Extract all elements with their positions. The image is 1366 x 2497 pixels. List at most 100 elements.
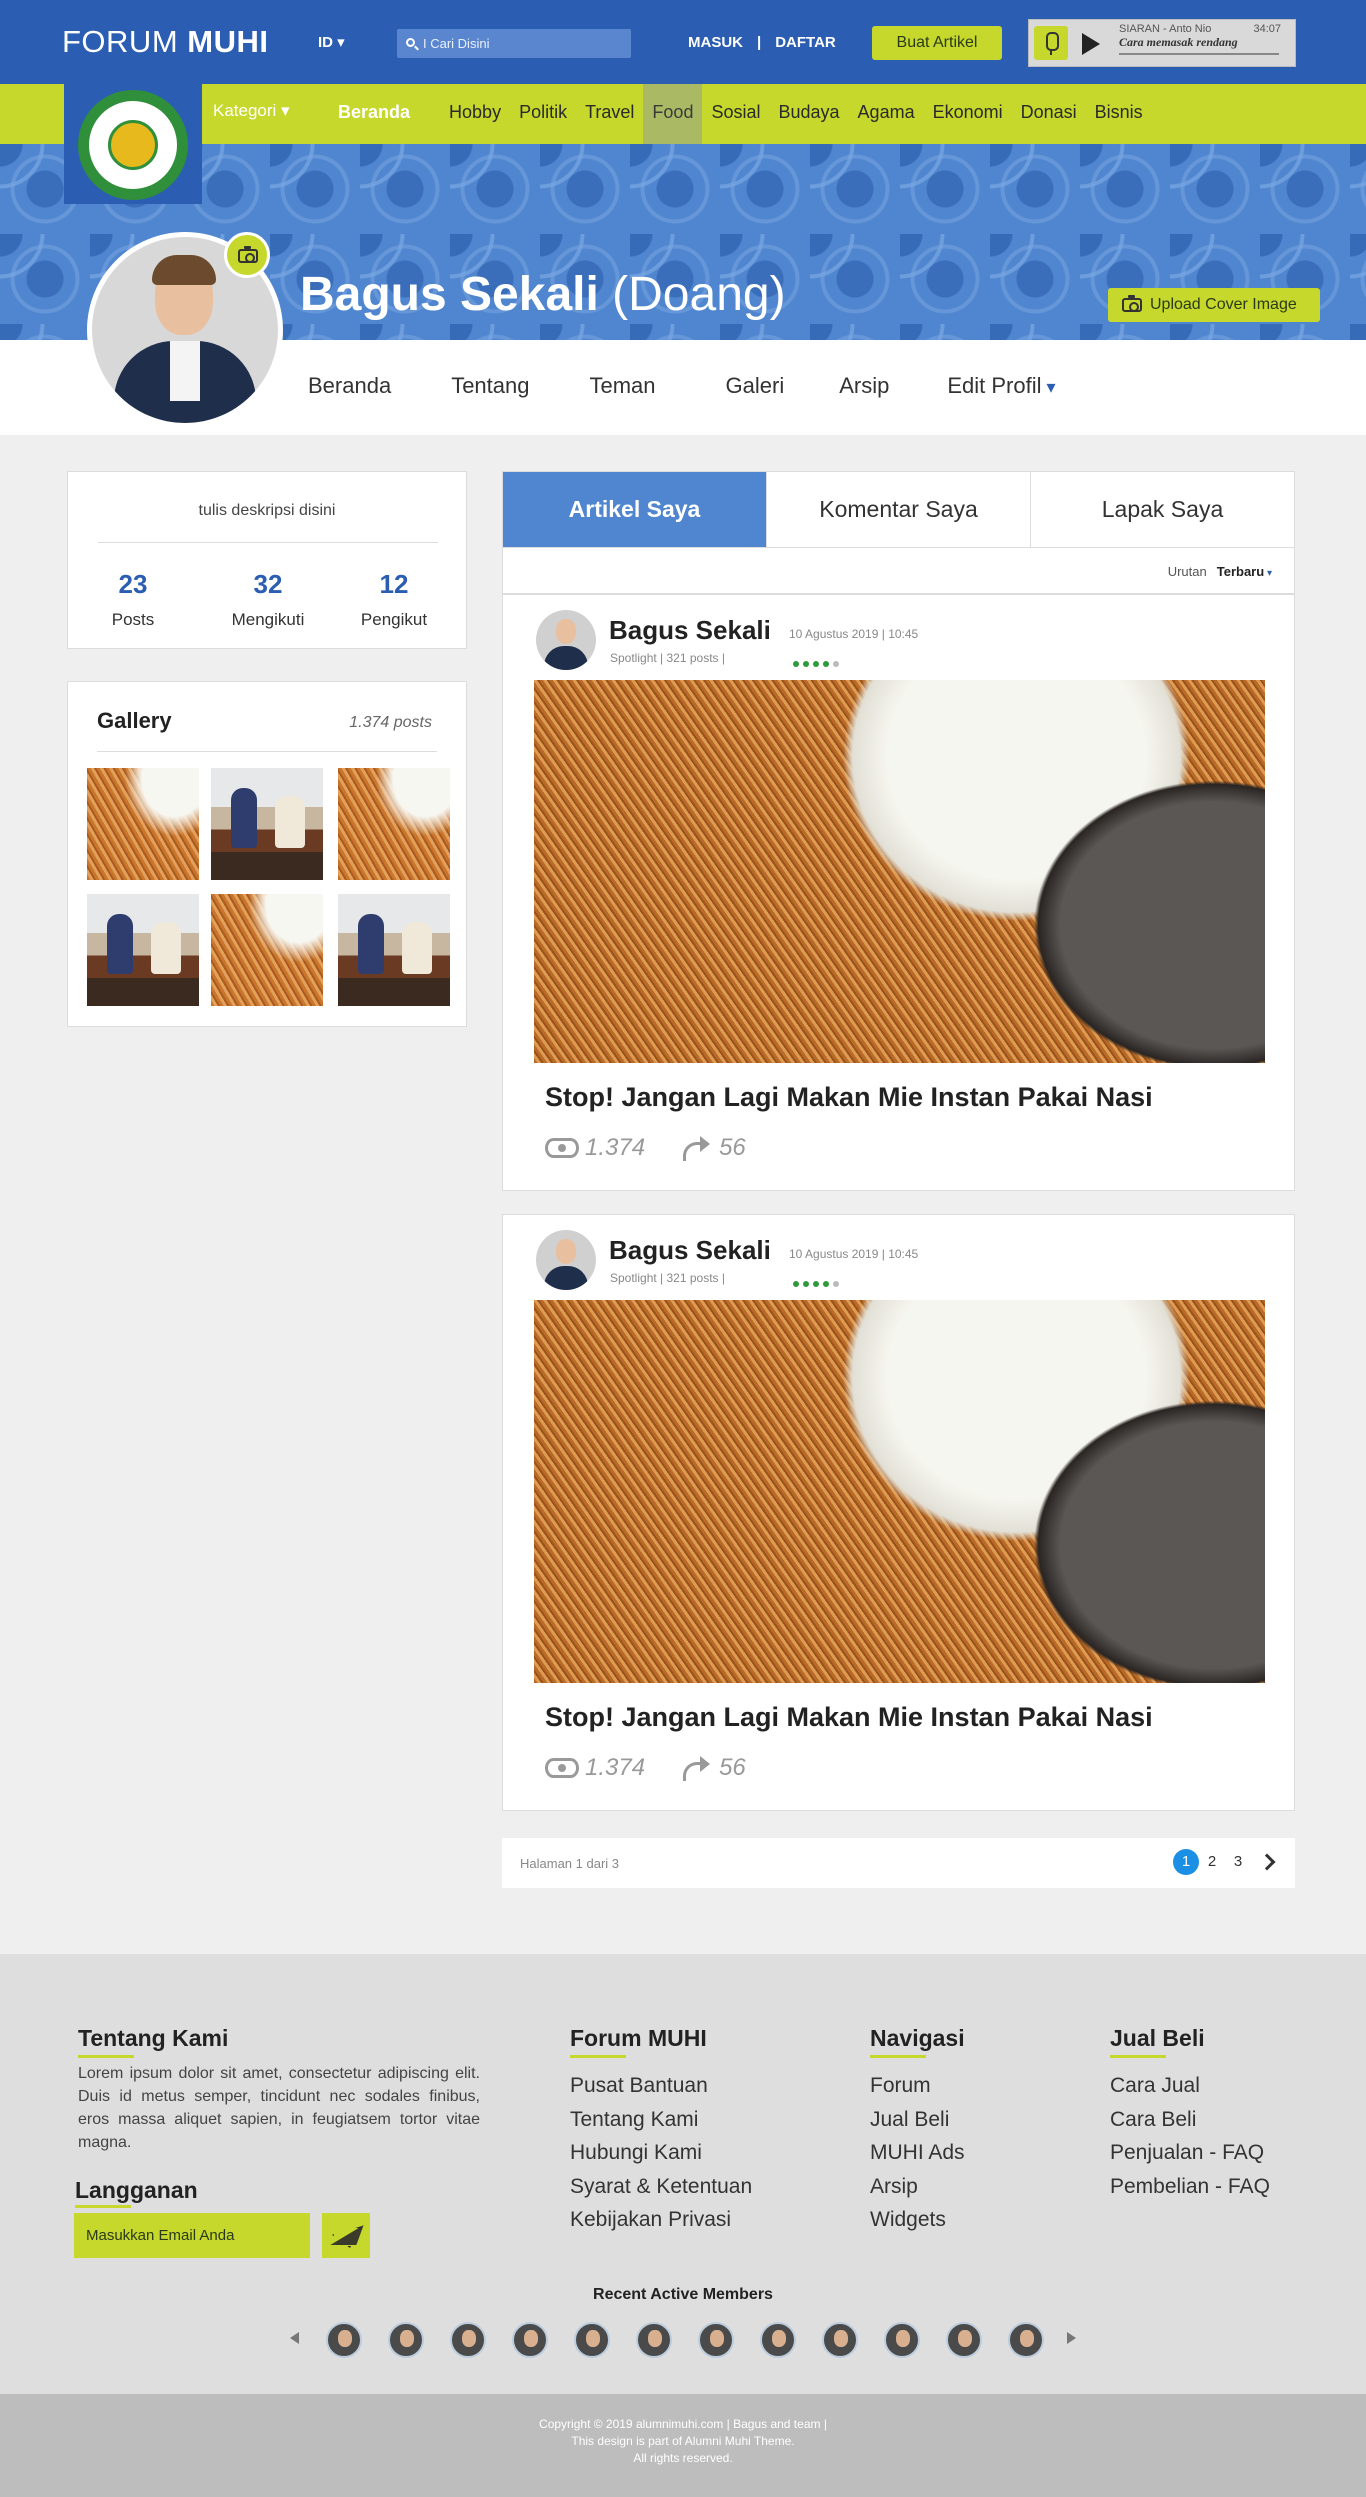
member-avatar[interactable]: [698, 2322, 734, 2358]
footer-link[interactable]: Syarat & Ketentuan: [570, 2175, 752, 2209]
nav-item-agama[interactable]: Agama: [849, 84, 924, 144]
footer-link[interactable]: Pembelian - FAQ: [1110, 2175, 1270, 2209]
profile-summary-card: tulis deskripsi disini 23 Posts 32 Mengi…: [67, 471, 467, 649]
newsletter-email-input[interactable]: Masukkan Email Anda: [74, 2213, 310, 2258]
member-avatar[interactable]: [760, 2322, 796, 2358]
divider: [97, 751, 437, 752]
search-input[interactable]: I Cari Disini: [397, 29, 631, 58]
nav-item-food[interactable]: Food: [643, 84, 703, 144]
sort-value: Terbaru: [1217, 564, 1272, 579]
rating-dot: [823, 661, 829, 667]
nav-item-sosial[interactable]: Sosial: [702, 84, 769, 144]
share-icon[interactable]: [683, 1756, 711, 1781]
share-icon[interactable]: [683, 1136, 711, 1161]
register-link[interactable]: DAFTAR: [775, 34, 836, 51]
footer-link[interactable]: Penjualan - FAQ: [1110, 2141, 1270, 2175]
tab-artikel-saya[interactable]: Artikel Saya: [503, 472, 767, 547]
profile-tab-edit-profil[interactable]: Edit Profil: [947, 373, 1055, 399]
nav-item-beranda[interactable]: Beranda: [320, 84, 428, 144]
author-name[interactable]: Bagus Sekali: [609, 1235, 771, 1266]
tab-komentar-saya[interactable]: Komentar Saya: [767, 472, 1031, 547]
member-avatar[interactable]: [326, 2322, 362, 2358]
nav-item-ekonomi[interactable]: Ekonomi: [924, 84, 1012, 144]
rating-dot: [803, 1281, 809, 1287]
gallery-thumbnail[interactable]: [87, 894, 199, 1006]
school-emblem-logo[interactable]: [64, 84, 202, 204]
sort-dropdown[interactable]: Urutan Terbaru: [1168, 564, 1272, 579]
article-image[interactable]: [534, 680, 1265, 1063]
upload-cover-button[interactable]: Upload Cover Image: [1108, 288, 1320, 322]
member-avatar[interactable]: [946, 2322, 982, 2358]
chevron-left-icon[interactable]: [290, 2332, 299, 2344]
gallery-thumbnail[interactable]: [87, 768, 199, 880]
footer-link[interactable]: Cara Beli: [1110, 2108, 1270, 2142]
nav-item-donasi[interactable]: Donasi: [1012, 84, 1086, 144]
create-article-button[interactable]: Buat Artikel: [872, 26, 1002, 60]
nav-item-budaya[interactable]: Budaya: [769, 84, 848, 144]
gallery-thumbnail[interactable]: [211, 894, 323, 1006]
member-avatar[interactable]: [636, 2322, 672, 2358]
member-avatar[interactable]: [450, 2322, 486, 2358]
gallery-thumbnail[interactable]: [211, 768, 323, 880]
share-count: 56: [719, 1754, 746, 1781]
footer-link[interactable]: Jual Beli: [870, 2108, 965, 2142]
footer-link[interactable]: Hubungi Kami: [570, 2141, 752, 2175]
stat-label: Pengikut: [360, 610, 428, 629]
profile-tab-arsip[interactable]: Arsip: [839, 373, 889, 399]
rating-dot: [813, 1281, 819, 1287]
chevron-right-icon[interactable]: [1258, 1853, 1276, 1871]
nav-item-politik[interactable]: Politik: [510, 84, 576, 144]
nav-item-travel[interactable]: Travel: [576, 84, 643, 144]
footer-link[interactable]: Widgets: [870, 2208, 965, 2242]
member-avatar[interactable]: [1008, 2322, 1044, 2358]
page-button-1[interactable]: 1: [1173, 1849, 1199, 1875]
footer-link[interactable]: Forum: [870, 2074, 965, 2108]
author-avatar[interactable]: [536, 1230, 596, 1290]
stat-following[interactable]: 32 Mengikuti: [208, 569, 328, 630]
page-button-2[interactable]: 2: [1199, 1849, 1225, 1875]
nav-item-bisnis[interactable]: Bisnis: [1086, 84, 1152, 144]
profile-tab-teman[interactable]: Teman: [589, 373, 655, 399]
category-dropdown[interactable]: Kategori ▾: [213, 101, 290, 121]
nav-item-hobby[interactable]: Hobby: [440, 84, 510, 144]
footer-link[interactable]: MUHI Ads: [870, 2141, 965, 2175]
language-selector[interactable]: ID ▾: [318, 33, 345, 51]
login-link[interactable]: MASUK: [688, 34, 743, 51]
profile-description[interactable]: tulis deskripsi disini: [68, 502, 466, 520]
chevron-right-icon[interactable]: [1067, 2332, 1076, 2344]
change-avatar-button[interactable]: [224, 232, 270, 278]
article-image[interactable]: [534, 1300, 1265, 1683]
paper-plane-icon[interactable]: [322, 2213, 370, 2258]
footer-link[interactable]: Cara Jual: [1110, 2074, 1270, 2108]
site-logo[interactable]: FORUM MUHI: [62, 24, 269, 60]
microphone-icon[interactable]: [1034, 26, 1068, 60]
member-avatar[interactable]: [512, 2322, 548, 2358]
footer-subscribe-heading: Langganan: [75, 2177, 198, 2208]
gallery-thumbnail[interactable]: [338, 768, 450, 880]
profile-alias: (Doang): [612, 268, 786, 321]
member-avatar[interactable]: [574, 2322, 610, 2358]
footer-link[interactable]: Kebijakan Privasi: [570, 2208, 752, 2242]
gallery-title[interactable]: Gallery: [97, 708, 172, 734]
pagination: Halaman 1 dari 3 1 2 3: [502, 1838, 1295, 1888]
profile-tab-galeri[interactable]: Galeri: [726, 373, 785, 399]
article-title[interactable]: Stop! Jangan Lagi Makan Mie Instan Pakai…: [545, 1702, 1153, 1733]
article-title[interactable]: Stop! Jangan Lagi Makan Mie Instan Pakai…: [545, 1082, 1153, 1113]
author-name[interactable]: Bagus Sekali: [609, 615, 771, 646]
author-avatar[interactable]: [536, 610, 596, 670]
radio-progress-bar[interactable]: [1119, 53, 1279, 55]
member-avatar[interactable]: [388, 2322, 424, 2358]
footer-link[interactable]: Tentang Kami: [570, 2108, 752, 2142]
profile-tab-beranda[interactable]: Beranda: [308, 373, 391, 399]
tab-lapak-saya[interactable]: Lapak Saya: [1031, 472, 1294, 547]
member-avatar[interactable]: [822, 2322, 858, 2358]
stat-followers[interactable]: 12 Pengikut: [334, 569, 454, 630]
page-button-3[interactable]: 3: [1225, 1849, 1251, 1875]
profile-tab-tentang[interactable]: Tentang: [451, 373, 529, 399]
play-icon[interactable]: [1082, 33, 1100, 55]
footer-link[interactable]: Pusat Bantuan: [570, 2074, 752, 2108]
footer-link[interactable]: Arsip: [870, 2175, 965, 2209]
member-avatar[interactable]: [884, 2322, 920, 2358]
gallery-thumbnail[interactable]: [338, 894, 450, 1006]
stat-posts[interactable]: 23 Posts: [73, 569, 193, 630]
